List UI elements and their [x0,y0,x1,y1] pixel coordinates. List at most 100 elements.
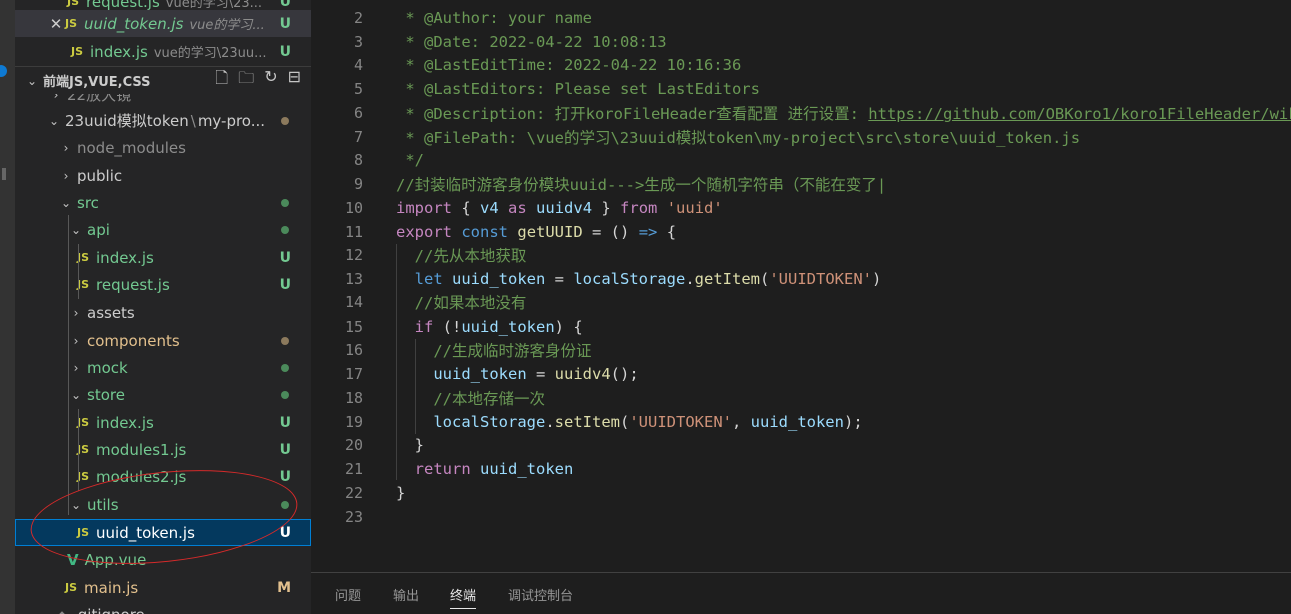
tree-folder-node-modules[interactable]: › node_modules [15,134,311,161]
chevron-right-icon: › [63,140,69,155]
code-token: export [396,223,452,241]
git-status-badge: U [279,43,291,60]
code-text: * @LastEditTime: 2022-04-22 10:16:36 [396,56,742,74]
explorer-section-header[interactable]: ⌄ 前端JS,VUE,CSS 🗋 🗀 ↻ ⊟ [15,66,311,94]
code-text: * @Date: 2022-04-22 10:08:13 [396,33,667,51]
code-line: 9 //封装临时游客身份模块uuid--->生成一个随机字符串（不能在变了| [311,172,1291,196]
git-status-badge: U [279,468,291,485]
js-file-icon: JS [67,0,80,8]
tree-folder-assets[interactable]: › assets [15,299,311,326]
panel-tab-output[interactable]: 输出 [393,585,419,604]
code-token: uuid_token [433,365,527,383]
code-text: * @Author: your name [396,9,592,27]
tree-folder-utils[interactable]: ⌄ utils [15,491,311,518]
tree-file-uuid-token-selected[interactable]: JS uuid_token.js U [15,519,311,546]
panel-tab-terminal[interactable]: 终端 [450,585,477,609]
open-editor-filename: request.js [86,0,160,11]
line-number: 6 [353,104,363,122]
code-line: 12 //先从本地获取 [311,243,1291,267]
code-token: let [414,270,443,288]
modified-dot [281,116,289,125]
code-line: 22} [311,481,1291,505]
tree-file-modules1[interactable]: JS modules1.js U [15,436,311,463]
panel-tab-debug-console[interactable]: 调试控制台 [508,585,573,604]
tree-folder-store[interactable]: ⌄ store [15,381,311,408]
js-file-icon: JS [65,17,78,30]
account-badge-icon[interactable] [0,65,7,77]
code-line: 3 * @Date: 2022-04-22 10:08:13 [311,30,1291,54]
tree-folder-src[interactable]: ⌄ src [15,189,311,216]
code-link[interactable]: https://github.com/OBKoro1/koro1FileHead… [868,105,1291,123]
code-line: 16 //生成临时游客身份证 [311,338,1291,362]
explorer-sidebar: JS request.js vue的学习\23... U ✕ JS uuid_t… [15,0,311,614]
new-file-icon[interactable]: 🗋 [215,67,228,94]
line-number: 9 [353,175,363,193]
code-text: //本地存储一次 [433,390,545,408]
tree-item-label: index.js [96,413,154,432]
tree-file-main-js[interactable]: JS main.js M [15,574,311,601]
tree-folder-public[interactable]: › public [15,162,311,189]
line-number: 18 [344,389,363,407]
code-line: 21 return uuid_token [311,457,1291,481]
tree-file-modules2[interactable]: JS modules2.js U [15,463,311,490]
refresh-icon[interactable]: ↻ [264,67,277,94]
activity-indicator [2,168,6,180]
code-line: 23 [311,505,1291,529]
new-folder-icon[interactable]: 🗀 [238,67,254,94]
tree-file-gitignore[interactable]: ◆ .gitignore [15,601,311,614]
git-status-badge: U [279,0,291,10]
open-editor-path: vue的学习... [189,18,265,33]
tree-item-label: mock [87,358,128,377]
git-status-badge: U [279,276,291,293]
code-editor[interactable]: 2 * @Author: your name 3 * @Date: 2022-0… [311,0,1291,572]
tree-item-label: utils [87,495,119,514]
code-text: //先从本地获取 [414,247,527,265]
code-line: 10 import { v4 as uuidv4 } from 'uuid' [311,196,1291,220]
code-token: uuid_token [480,460,574,478]
code-token: uuidv4 [536,199,593,217]
git-status-badge: U [279,15,291,32]
code-token: localStorage [573,270,686,288]
tree-item-label: components [87,331,180,350]
line-number: 11 [344,223,363,241]
git-file-icon: ◆ [55,608,69,614]
chevron-down-icon: ⌄ [60,195,72,210]
tree-folder-components[interactable]: › components [15,327,311,354]
indent-guide [78,409,79,491]
git-status-badge: U [279,249,291,266]
code-line: 5 * @LastEditors: Please set LastEditors [311,77,1291,101]
code-text: * @FilePath: \vue的学习\23uuid模拟token\my-pr… [396,129,1081,147]
indent-guide [68,215,69,515]
open-editor-item-active[interactable]: ✕ JS uuid_token.js vue的学习... U [15,10,311,37]
tree-file-store-index[interactable]: JS index.js U [15,409,311,436]
chevron-right-icon: › [73,305,79,320]
chevron-down-icon: ⌄ [70,387,82,402]
tree-folder-api[interactable]: ⌄ api [15,216,311,243]
tree-item-label: uuid_token.js [96,523,195,542]
close-icon[interactable]: ✕ [47,15,65,33]
code-token: localStorage [433,413,546,431]
code-line: 6 * @Description: 打开koroFileHeader查看配置 进… [311,101,1291,125]
untracked-dot [281,390,289,399]
chevron-down-icon: ⌄ [26,73,38,88]
tree-file-app-vue[interactable]: V App.vue [15,546,311,573]
untracked-dot [281,500,289,509]
line-number: 7 [353,128,363,146]
bottom-panel: 问题 输出 终端 调试控制台 [311,572,1291,614]
tree-file-api-request[interactable]: JS request.js U [15,271,311,298]
tree-folder-root[interactable]: ⌄ 23uuid模拟token \ my-pro... [15,107,311,134]
code-token: return [414,460,471,478]
open-editor-item[interactable]: JS index.js vue的学习\23uu... U [15,38,311,65]
code-line: 7 * @FilePath: \vue的学习\23uuid模拟token\my-… [311,125,1291,149]
tree-file-api-index[interactable]: JS index.js U [15,244,311,271]
code-text: */ [396,151,424,169]
panel-tab-problems[interactable]: 问题 [335,585,361,604]
code-line: 18 //本地存储一次 [311,386,1291,410]
line-number: 19 [344,413,363,431]
tree-folder-mock[interactable]: › mock [15,354,311,381]
js-file-icon: JS [65,581,78,594]
code-token: as [508,199,527,217]
code-token: 'UUIDTOKEN' [769,270,872,288]
line-number: 20 [344,436,363,454]
collapse-all-icon[interactable]: ⊟ [288,67,301,94]
